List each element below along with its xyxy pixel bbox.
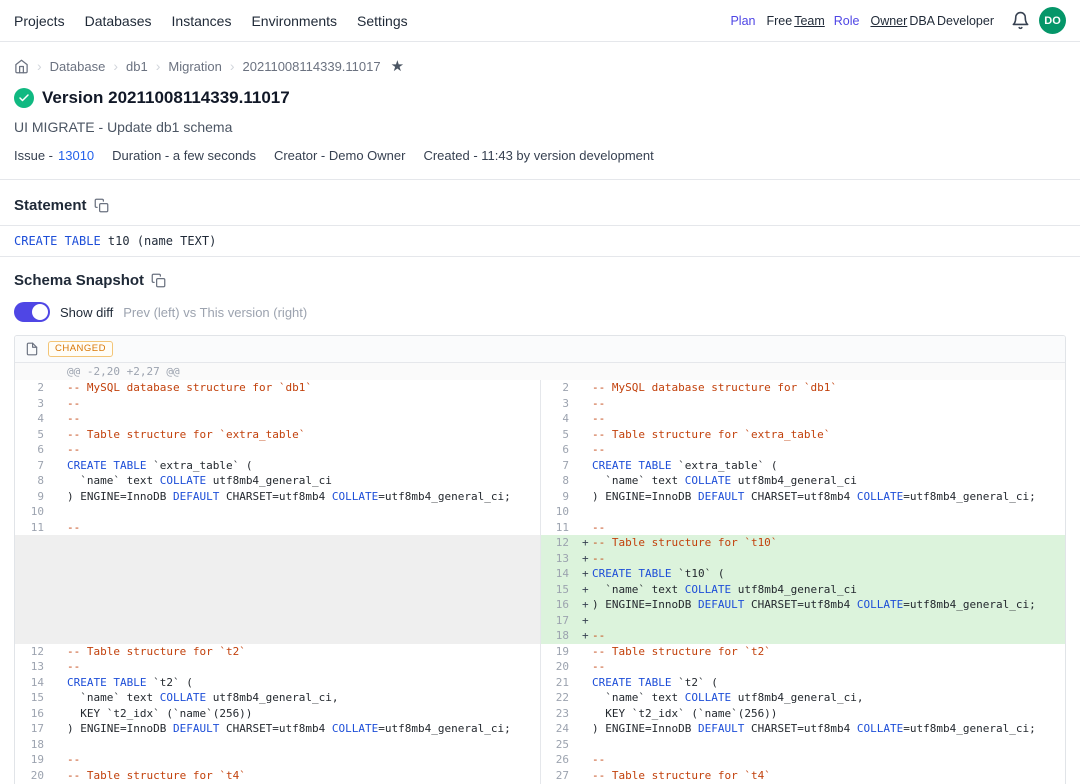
avatar[interactable]: DO: [1039, 7, 1066, 34]
schema-snapshot-heading: Schema Snapshot: [14, 272, 144, 289]
diff-row: 15 `name` text COLLATE utf8mb4_general_c…: [15, 690, 1065, 706]
breadcrumb-separator: ›: [37, 58, 42, 74]
diff-row: 12-- Table structure for `t2`19-- Table …: [15, 644, 1065, 660]
statement-heading: Statement: [14, 197, 87, 214]
diff-row: 16 KEY `t2_idx` (`name`(256))23 KEY `t2_…: [15, 706, 1065, 722]
breadcrumb-items: › Database › db1 › Migration › 20211008114339.1…: [37, 58, 381, 74]
diff-row: 17) ENGINE=InnoDB DEFAULT CHARSET=utf8mb…: [15, 721, 1065, 737]
favorite-star-icon[interactable]: ★: [391, 57, 404, 75]
diff-row: 16+) ENGINE=InnoDB DEFAULT CHARSET=utf8m…: [15, 597, 1065, 613]
home-icon[interactable]: [14, 59, 29, 74]
diff-row: 17+: [15, 613, 1065, 629]
file-icon: [25, 342, 39, 356]
meta-duration: Duration - a few seconds: [112, 148, 256, 163]
diff-row: 13--20--: [15, 659, 1065, 675]
statement-sql: CREATE TABLE t10 (name TEXT): [0, 225, 1080, 257]
plan-options: FreeTeam: [764, 14, 824, 28]
breadcrumb: › Database › db1 › Migration › 20211008114339.1…: [0, 57, 1080, 75]
breadcrumb-item[interactable]: 20211008114339.11017: [243, 59, 381, 74]
diff-row: 1825: [15, 737, 1065, 753]
diff-row: 4--4--: [15, 411, 1065, 427]
copy-snapshot-icon[interactable]: [151, 273, 166, 288]
diff-row: 13+--: [15, 551, 1065, 567]
diff-row: 1010: [15, 504, 1065, 520]
added-line-sign: +: [582, 582, 589, 598]
role-option-developer[interactable]: Developer: [937, 14, 994, 28]
added-line-sign: +: [582, 566, 589, 582]
plan-label: Plan: [730, 14, 755, 28]
version-status-check-icon: [14, 88, 34, 108]
added-line-sign: +: [582, 613, 589, 629]
breadcrumb-separator: ›: [156, 58, 161, 74]
main-nav-items: Projects Databases Instances Environments Se…: [14, 13, 408, 29]
added-line-sign: +: [582, 597, 589, 613]
top-navigation: Projects Databases Instances Environments Se…: [0, 0, 1080, 42]
plan-option-free[interactable]: Free: [766, 14, 792, 28]
changed-badge: CHANGED: [48, 341, 113, 357]
diff-row: 15+ `name` text COLLATE utf8mb4_general_…: [15, 582, 1065, 598]
diff-row: 18+--: [15, 628, 1065, 644]
diff-row: 3--3--: [15, 396, 1065, 412]
page-title: Version 20211008114339.11017: [42, 88, 290, 108]
breadcrumb-item[interactable]: Migration: [168, 59, 221, 74]
nav-item-databases[interactable]: Databases: [85, 13, 152, 29]
diff-row: 2-- MySQL database structure for `db1`2-…: [15, 380, 1065, 396]
nav-item-instances[interactable]: Instances: [172, 13, 232, 29]
plan-option-team[interactable]: Team: [794, 14, 825, 28]
breadcrumb-separator: ›: [113, 58, 118, 74]
diff-row: 12+-- Table structure for `t10`: [15, 535, 1065, 551]
nav-item-environments[interactable]: Environments: [251, 13, 337, 29]
breadcrumb-item[interactable]: Database: [50, 59, 106, 74]
issue-label: Issue -: [14, 148, 53, 163]
version-meta: Issue - 13010 Duration - a few seconds C…: [0, 148, 1080, 163]
diff-row: 14+CREATE TABLE `t10` (: [15, 566, 1065, 582]
diff-row: 14CREATE TABLE `t2` (21CREATE TABLE `t2`…: [15, 675, 1065, 691]
notification-bell-icon[interactable]: [1011, 11, 1030, 30]
diff-row: 7CREATE TABLE `extra_table` (7CREATE TAB…: [15, 458, 1065, 474]
added-line-sign: +: [582, 551, 589, 567]
diff-header-bar: CHANGED: [15, 336, 1065, 363]
nav-item-settings[interactable]: Settings: [357, 13, 408, 29]
nav-item-projects[interactable]: Projects: [14, 13, 65, 29]
added-line-sign: +: [582, 535, 589, 551]
schema-diff-viewer: CHANGED @@ -2,20 +2,27 @@ 2-- MySQL data…: [14, 335, 1066, 784]
show-diff-toggle[interactable]: [14, 302, 50, 322]
added-line-sign: +: [582, 628, 589, 644]
meta-created: Created - 11:43 by version development: [423, 148, 653, 163]
diff-row: 11--11--: [15, 520, 1065, 536]
diff-row: 20-- Table structure for `t4`27-- Table …: [15, 768, 1065, 784]
role-options: OwnerDBADeveloper: [868, 14, 994, 28]
role-label: Role: [834, 14, 860, 28]
role-option-owner[interactable]: Owner: [870, 14, 907, 28]
section-divider: [0, 179, 1080, 180]
role-option-dba[interactable]: DBA: [909, 14, 935, 28]
show-diff-label: Show diff: [60, 305, 113, 320]
diff-row: 8 `name` text COLLATE utf8mb4_general_ci…: [15, 473, 1065, 489]
diff-row: 9) ENGINE=InnoDB DEFAULT CHARSET=utf8mb4…: [15, 489, 1065, 505]
nav-right-cluster: Plan FreeTeam Role OwnerDBADeveloper DO: [730, 7, 1066, 34]
copy-statement-icon[interactable]: [94, 198, 109, 213]
hunk-header: @@ -2,20 +2,27 @@: [15, 363, 1065, 380]
diff-body: 2-- MySQL database structure for `db1`2-…: [15, 380, 1065, 784]
meta-issue: Issue - 13010: [14, 148, 94, 163]
version-subtitle: UI MIGRATE - Update db1 schema: [0, 119, 1080, 135]
issue-link[interactable]: 13010: [58, 148, 94, 163]
diff-hint-text: Prev (left) vs This version (right): [123, 305, 307, 320]
diff-row: 19--26--: [15, 752, 1065, 768]
diff-row: 6--6--: [15, 442, 1065, 458]
meta-creator: Creator - Demo Owner: [274, 148, 405, 163]
breadcrumb-item[interactable]: db1: [126, 59, 148, 74]
diff-row: 5-- Table structure for `extra_table`5--…: [15, 427, 1065, 443]
breadcrumb-separator: ›: [230, 58, 235, 74]
